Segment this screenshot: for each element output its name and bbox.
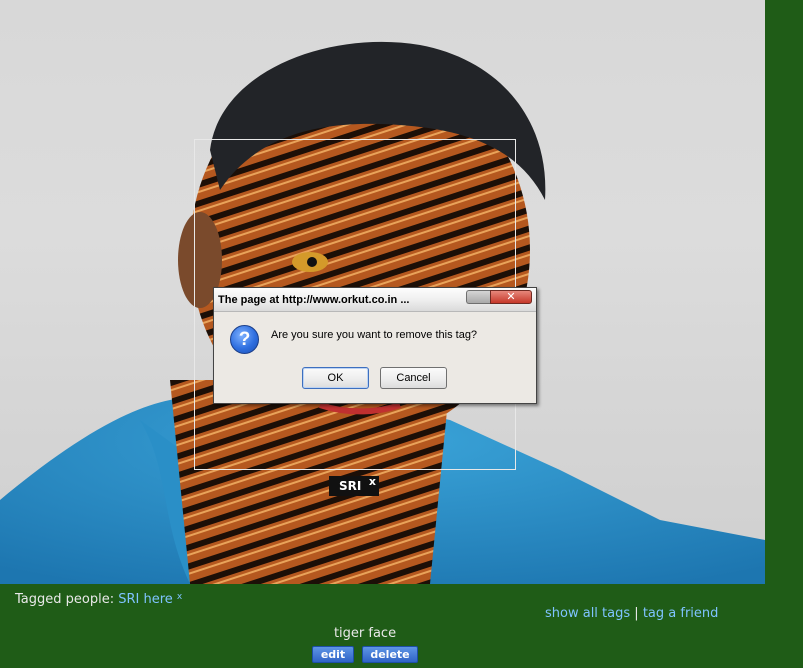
delete-button[interactable]: delete bbox=[362, 646, 418, 663]
tagged-label: Tagged people: bbox=[15, 592, 115, 607]
edit-button[interactable]: edit bbox=[312, 646, 354, 663]
photo-caption: tiger face bbox=[333, 626, 397, 641]
remove-tag-icon[interactable]: x bbox=[177, 592, 182, 602]
ok-button[interactable]: OK bbox=[302, 367, 369, 389]
minimize-button[interactable] bbox=[466, 290, 490, 304]
links-separator: | bbox=[634, 606, 639, 621]
dialog-titlebar[interactable]: The page at http://www.orkut.co.in ... ✕ bbox=[214, 288, 536, 312]
question-icon: ? bbox=[230, 325, 259, 354]
close-button[interactable]: ✕ bbox=[490, 290, 532, 304]
tag-remove-icon[interactable]: x bbox=[369, 475, 376, 488]
close-icon: ✕ bbox=[506, 290, 516, 303]
tagged-person-link[interactable]: SRI here bbox=[118, 592, 173, 607]
tag-label: SRI x bbox=[329, 475, 379, 496]
tagged-people: Tagged people: SRI here x bbox=[15, 592, 182, 607]
tag-friend-link[interactable]: tag a friend bbox=[643, 606, 719, 621]
tag-links: show all tags | tag a friend bbox=[545, 606, 718, 621]
dialog-message: Are you sure you want to remove this tag… bbox=[271, 329, 478, 341]
cancel-button[interactable]: Cancel bbox=[380, 367, 447, 389]
confirm-dialog: The page at http://www.orkut.co.in ... ✕… bbox=[213, 287, 537, 404]
show-all-tags-link[interactable]: show all tags bbox=[545, 606, 630, 621]
tag-name: SRI bbox=[339, 479, 362, 493]
dialog-title: The page at http://www.orkut.co.in ... bbox=[218, 294, 410, 306]
